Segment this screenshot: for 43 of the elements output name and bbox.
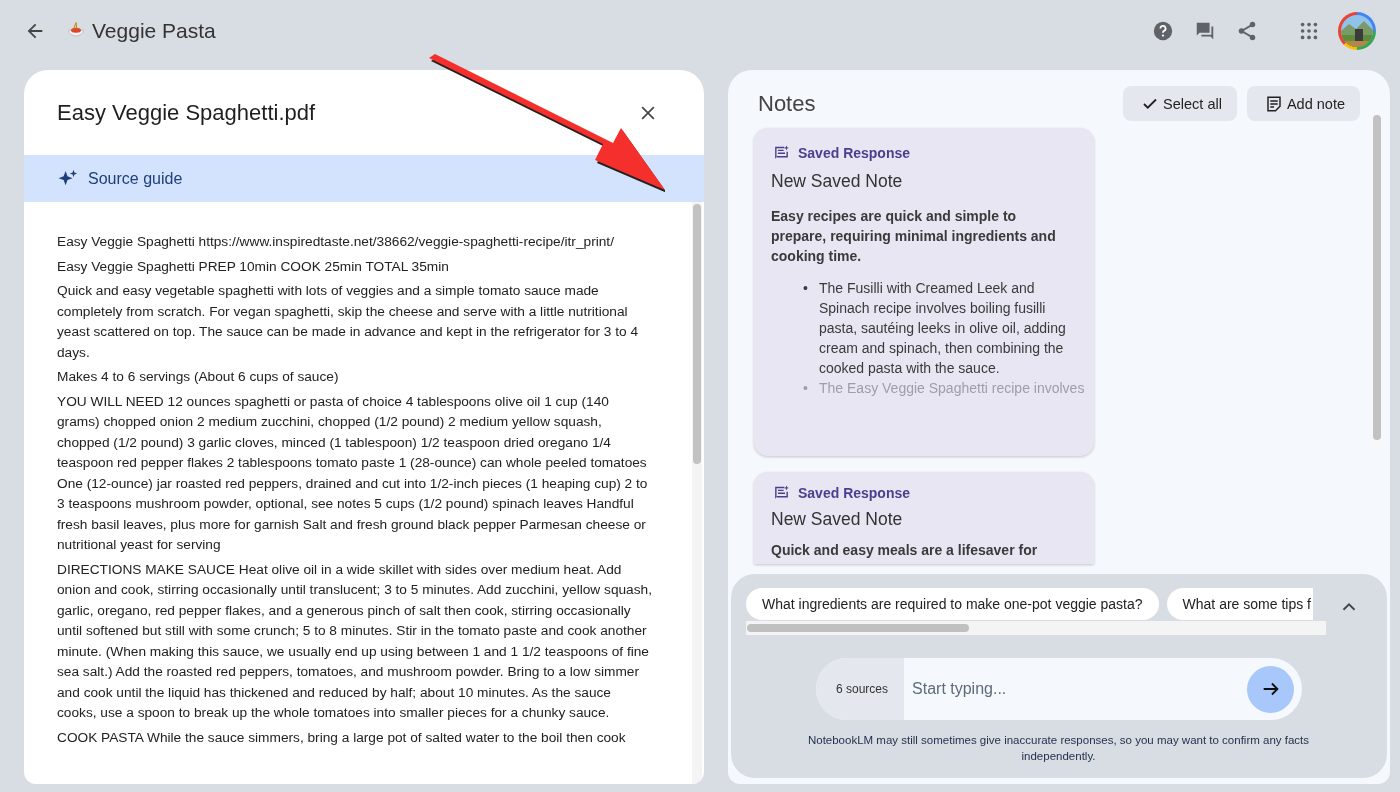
card-summary: Easy recipes are quick and simple to prepare, requiring minimal ingredients and cooking time.: [771, 207, 1057, 266]
suggestion-chip[interactable]: What ingredients are required to make one-pot veggie pasta?: [746, 588, 1159, 620]
source-paragraph: Easy Veggie Spaghetti https://www.inspiredtaste.net/38662/veggie-spaghetti-recipe/itr_print/: [57, 233, 615, 251]
source-paragraph: Makes 4 to 6 servings (About 6 cups of sauce): [57, 368, 340, 386]
account-avatar[interactable]: [1338, 12, 1376, 50]
bullet-marker: •: [803, 279, 809, 298]
card-tag: Saved Response: [798, 484, 911, 501]
bullet-marker: •: [803, 379, 809, 398]
note-card[interactable]: Saved Response New Saved Note Quick and easy meals are a lifesaver for: [754, 472, 1094, 564]
sources-count[interactable]: 6 sources: [816, 658, 905, 720]
suggestion-chip[interactable]: What are some tips f: [1166, 588, 1313, 620]
apps-grid-icon[interactable]: [1298, 20, 1320, 42]
source-paragraph: YOU WILL NEED 12 ounces spaghetti or pasta of choice 4 tablespoons olive oil 1 cup (140 grams) chopped onion 2 medium zucchini, chopped (1/2 pound) 2 medium yellow squash, chopped (1/2 pound) 3 garlic cloves, minced (1 tablespoon) 1/2 teaspoon dried oregano 1/4 teaspoon red pepper flakes 2 tablespoons tomato paste 1 (28-ounce) can whole peeled tomatoes One (12-ounce) jar roasted red peppers, drained and cut into 1/2-inch pieces (1 heaping cup) 2 to 3 teaspoons mushroom powder, optional, see notes 5 cups (1/2 pound) spinach leaves Handful fresh basil leaves, plus more for garnish Salt and fresh ground black pepper Parmesan cheese or nutritional yeast for serving: [57, 392, 649, 554]
share-icon[interactable]: [1236, 20, 1258, 42]
card-bullet: The Easy Veggie Spaghetti recipe involves: [819, 379, 1085, 398]
note-icon: [1264, 94, 1283, 113]
source-title: Easy Veggie Spaghetti.pdf: [57, 99, 317, 126]
notes-heading: Notes: [758, 90, 816, 117]
card-summary: Quick and easy meals are a lifesaver for: [771, 541, 1039, 560]
card-bullet: The Fusilli with Creamed Leek and Spinach recipe involves boiling fusilli pasta, sautéing leeks in olive oil, adding cream and spinach, then combining the cooked pasta with the sauce.: [819, 279, 1067, 378]
source-paragraph: COOK PASTA While the sauce simmers, bring a large pot of salted water to the boil then cook: [57, 728, 627, 747]
card-tag: Saved Response: [798, 144, 911, 161]
source-paragraph: Easy Veggie Spaghetti PREP 10min COOK 25min TOTAL 35min: [57, 257, 450, 276]
help-icon[interactable]: [1152, 20, 1174, 42]
note-card[interactable]: [754, 128, 1094, 456]
notebook-title: Veggie Pasta: [92, 19, 216, 43]
source-guide-label: Source guide: [88, 169, 184, 188]
chat-field[interactable]: Start typing...: [904, 680, 1247, 698]
card-title: New Saved Note: [771, 509, 904, 530]
source-paragraph: DIRECTIONS MAKE SAUCE Heat olive oil in a wide skillet with sides over medium heat. Add onion and cook, stirring occasionally until translucent; 3 to 5 minutes. Add zucchini, yellow squash, garlic, oregano, red pepper flakes, and a generous pinch of salt then cook, stirring occasionally until softened but still with some crunch; 5 to 8 minutes. Stir in the tomato paste and cook another minute. (When making this sauce, we usually end up using between 1 and 1 1/2 teaspoons of fine sea salt.) Add the roasted red peppers, tomatoes, and mushroom powder. Bring to a low simmer and cook until the liquid has thickened and reduced by half; about 10 minutes. As the sauce cooks, use a spoon to break up the whole tomatoes into smaller pieces for a chunky sauce.: [57, 560, 653, 722]
add-note-button[interactable]: Add note: [1246, 86, 1360, 121]
scrollbar[interactable]: [1372, 115, 1382, 450]
source-guide-bar[interactable]: Source guide: [24, 155, 704, 202]
scrollbar[interactable]: [746, 621, 1326, 635]
disclaimer: NotebookLM may still sometimes give inaccurate responses, so you may want to confirm any facts independently.: [806, 733, 1311, 764]
card-title: New Saved Note: [771, 171, 904, 192]
saved-note-icon: [773, 484, 790, 501]
send-button[interactable]: [1247, 665, 1294, 713]
scrollbar[interactable]: [692, 202, 702, 784]
saved-note-icon: [773, 144, 790, 161]
select-all-button[interactable]: Select all: [1123, 86, 1237, 121]
source-paragraph: Quick and easy vegetable spaghetti with lots of veggies and a simple tomato sauce made completely from scratch. For vegan spaghetti, skip the cheese and serve with a little nutritional yeast scattered on top. The sauce can be made in advance and kept in the refrigerator for 3 to 4 days.: [57, 282, 640, 362]
chat-input[interactable]: 6 sources Start typing...: [816, 658, 1302, 720]
